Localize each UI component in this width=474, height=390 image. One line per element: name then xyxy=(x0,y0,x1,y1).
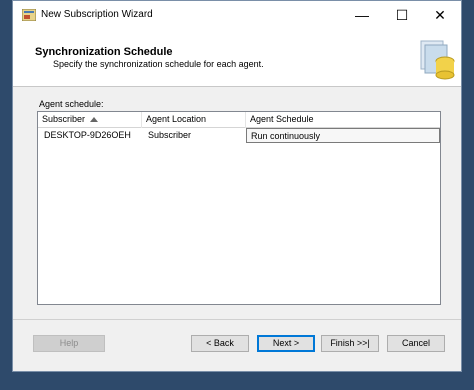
agent-schedule-dropdown[interactable]: Run continuously xyxy=(246,128,440,143)
sort-ascending-icon xyxy=(90,117,98,122)
column-header-label: Subscriber xyxy=(42,114,86,124)
close-button[interactable]: ✕ xyxy=(423,1,457,29)
page-subtitle: Specify the synchronization schedule for… xyxy=(53,59,264,69)
column-header-agent-location[interactable]: Agent Location xyxy=(142,112,246,128)
footer-divider xyxy=(13,319,461,320)
help-button[interactable]: Help xyxy=(33,335,105,352)
database-icon xyxy=(420,40,455,80)
subscriber-cell: DESKTOP-9D26OEH xyxy=(44,130,131,140)
minimize-button[interactable]: — xyxy=(345,1,379,29)
agent-schedule-label: Agent schedule: xyxy=(39,99,104,109)
column-header-subscriber[interactable]: Subscriber xyxy=(38,112,142,128)
wizard-window: New Subscription Wizard — ☐ ✕ Synchroniz… xyxy=(12,0,462,372)
table-row[interactable]: DESKTOP-9D26OEH Subscriber Run continuou… xyxy=(38,128,440,143)
column-header-label: Agent Schedule xyxy=(250,114,314,124)
finish-button[interactable]: Finish >>| xyxy=(321,335,379,352)
agent-location-cell: Subscriber xyxy=(148,130,192,140)
window-title: New Subscription Wizard xyxy=(41,9,153,20)
wizard-app-icon xyxy=(22,9,36,21)
wizard-header: Synchronization Schedule Specify the syn… xyxy=(13,29,461,87)
grid-header: Subscriber Agent Location Agent Schedule xyxy=(38,112,440,128)
title-bar[interactable]: New Subscription Wizard — ☐ ✕ xyxy=(13,1,461,29)
column-header-label: Agent Location xyxy=(146,114,207,124)
next-button[interactable]: Next > xyxy=(257,335,315,352)
agent-schedule-grid[interactable]: Subscriber Agent Location Agent Schedule… xyxy=(37,111,441,305)
maximize-button[interactable]: ☐ xyxy=(385,1,419,29)
cancel-button[interactable]: Cancel xyxy=(387,335,445,352)
back-button[interactable]: < Back xyxy=(191,335,249,352)
column-header-agent-schedule[interactable]: Agent Schedule xyxy=(246,112,440,128)
page-title: Synchronization Schedule xyxy=(35,46,173,58)
